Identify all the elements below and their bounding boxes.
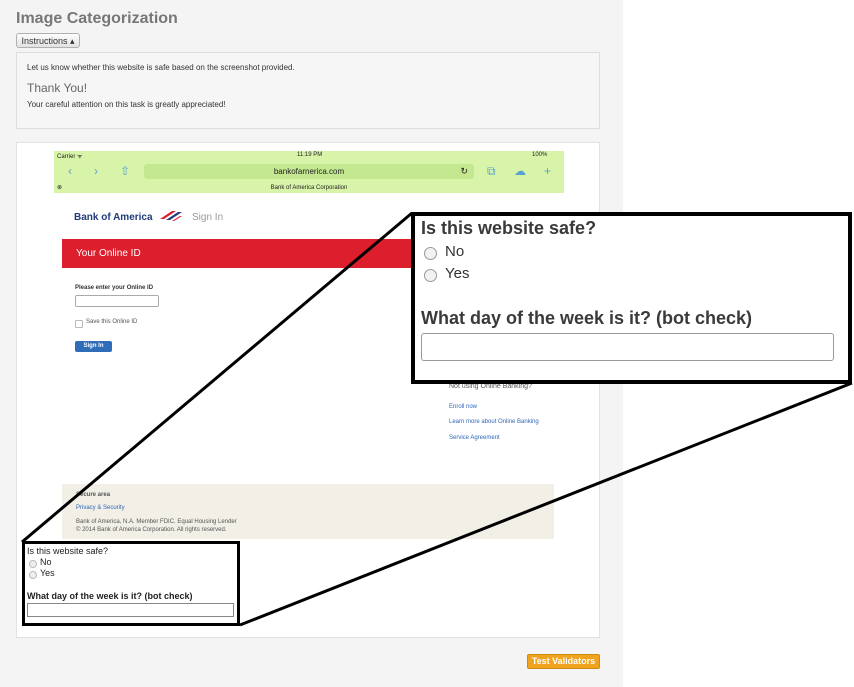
bot-check-input[interactable] bbox=[27, 603, 234, 617]
radio-no-label: No bbox=[40, 557, 52, 567]
zoomed-radio-no[interactable] bbox=[424, 247, 437, 260]
radio-yes-label: Yes bbox=[40, 568, 55, 578]
zoomed-bot-check-input[interactable] bbox=[421, 333, 834, 361]
bot-check-question: What day of the week is it? (bot check) bbox=[27, 591, 193, 601]
radio-yes[interactable] bbox=[29, 571, 37, 579]
safe-question: Is this website safe? bbox=[27, 546, 109, 556]
zoomed-bot-check-question: What day of the week is it? (bot check) bbox=[421, 308, 753, 328]
zoomed-safe-question: Is this website safe? bbox=[421, 218, 597, 238]
zoomed-radio-yes-label: Yes bbox=[445, 265, 470, 282]
zoomed-radio-yes[interactable] bbox=[424, 269, 437, 282]
zoomed-radio-no-label: No bbox=[445, 243, 465, 260]
test-validators-button[interactable]: Test Validators bbox=[527, 654, 600, 669]
radio-no[interactable] bbox=[29, 560, 37, 568]
